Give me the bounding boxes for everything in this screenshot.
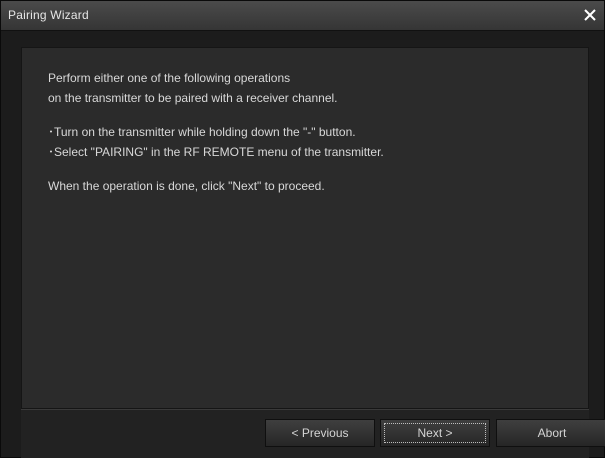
bullet-turn-on: ･Turn on the transmitter while holding d… xyxy=(48,125,356,139)
next-button[interactable]: Next > xyxy=(380,419,490,447)
instructions-panel: Perform either one of the following oper… xyxy=(21,47,589,409)
abort-button[interactable]: Abort xyxy=(496,419,605,447)
pairing-wizard-dialog: Pairing Wizard Perform either one of the… xyxy=(0,0,605,458)
proceed-instruction: When the operation is done, click "Next"… xyxy=(48,179,325,193)
instruction-line-1: Perform either one of the following oper… xyxy=(48,71,291,85)
instruction-line-2: on the transmitter to be paired with a r… xyxy=(48,91,338,105)
close-icon[interactable] xyxy=(580,5,600,25)
next-button-label: Next > xyxy=(417,426,453,440)
previous-button-label: < Previous xyxy=(291,426,349,440)
abort-button-label: Abort xyxy=(537,426,567,440)
previous-button[interactable]: < Previous xyxy=(265,419,375,447)
instructions-text: Perform either one of the following oper… xyxy=(48,68,578,196)
button-bar: < Previous Next > Abort xyxy=(21,409,605,458)
title-bar[interactable]: Pairing Wizard xyxy=(1,1,604,31)
bullet-select-pairing: ･Select "PAIRING" in the RF REMOTE menu … xyxy=(48,145,384,159)
dialog-title: Pairing Wizard xyxy=(8,8,89,22)
